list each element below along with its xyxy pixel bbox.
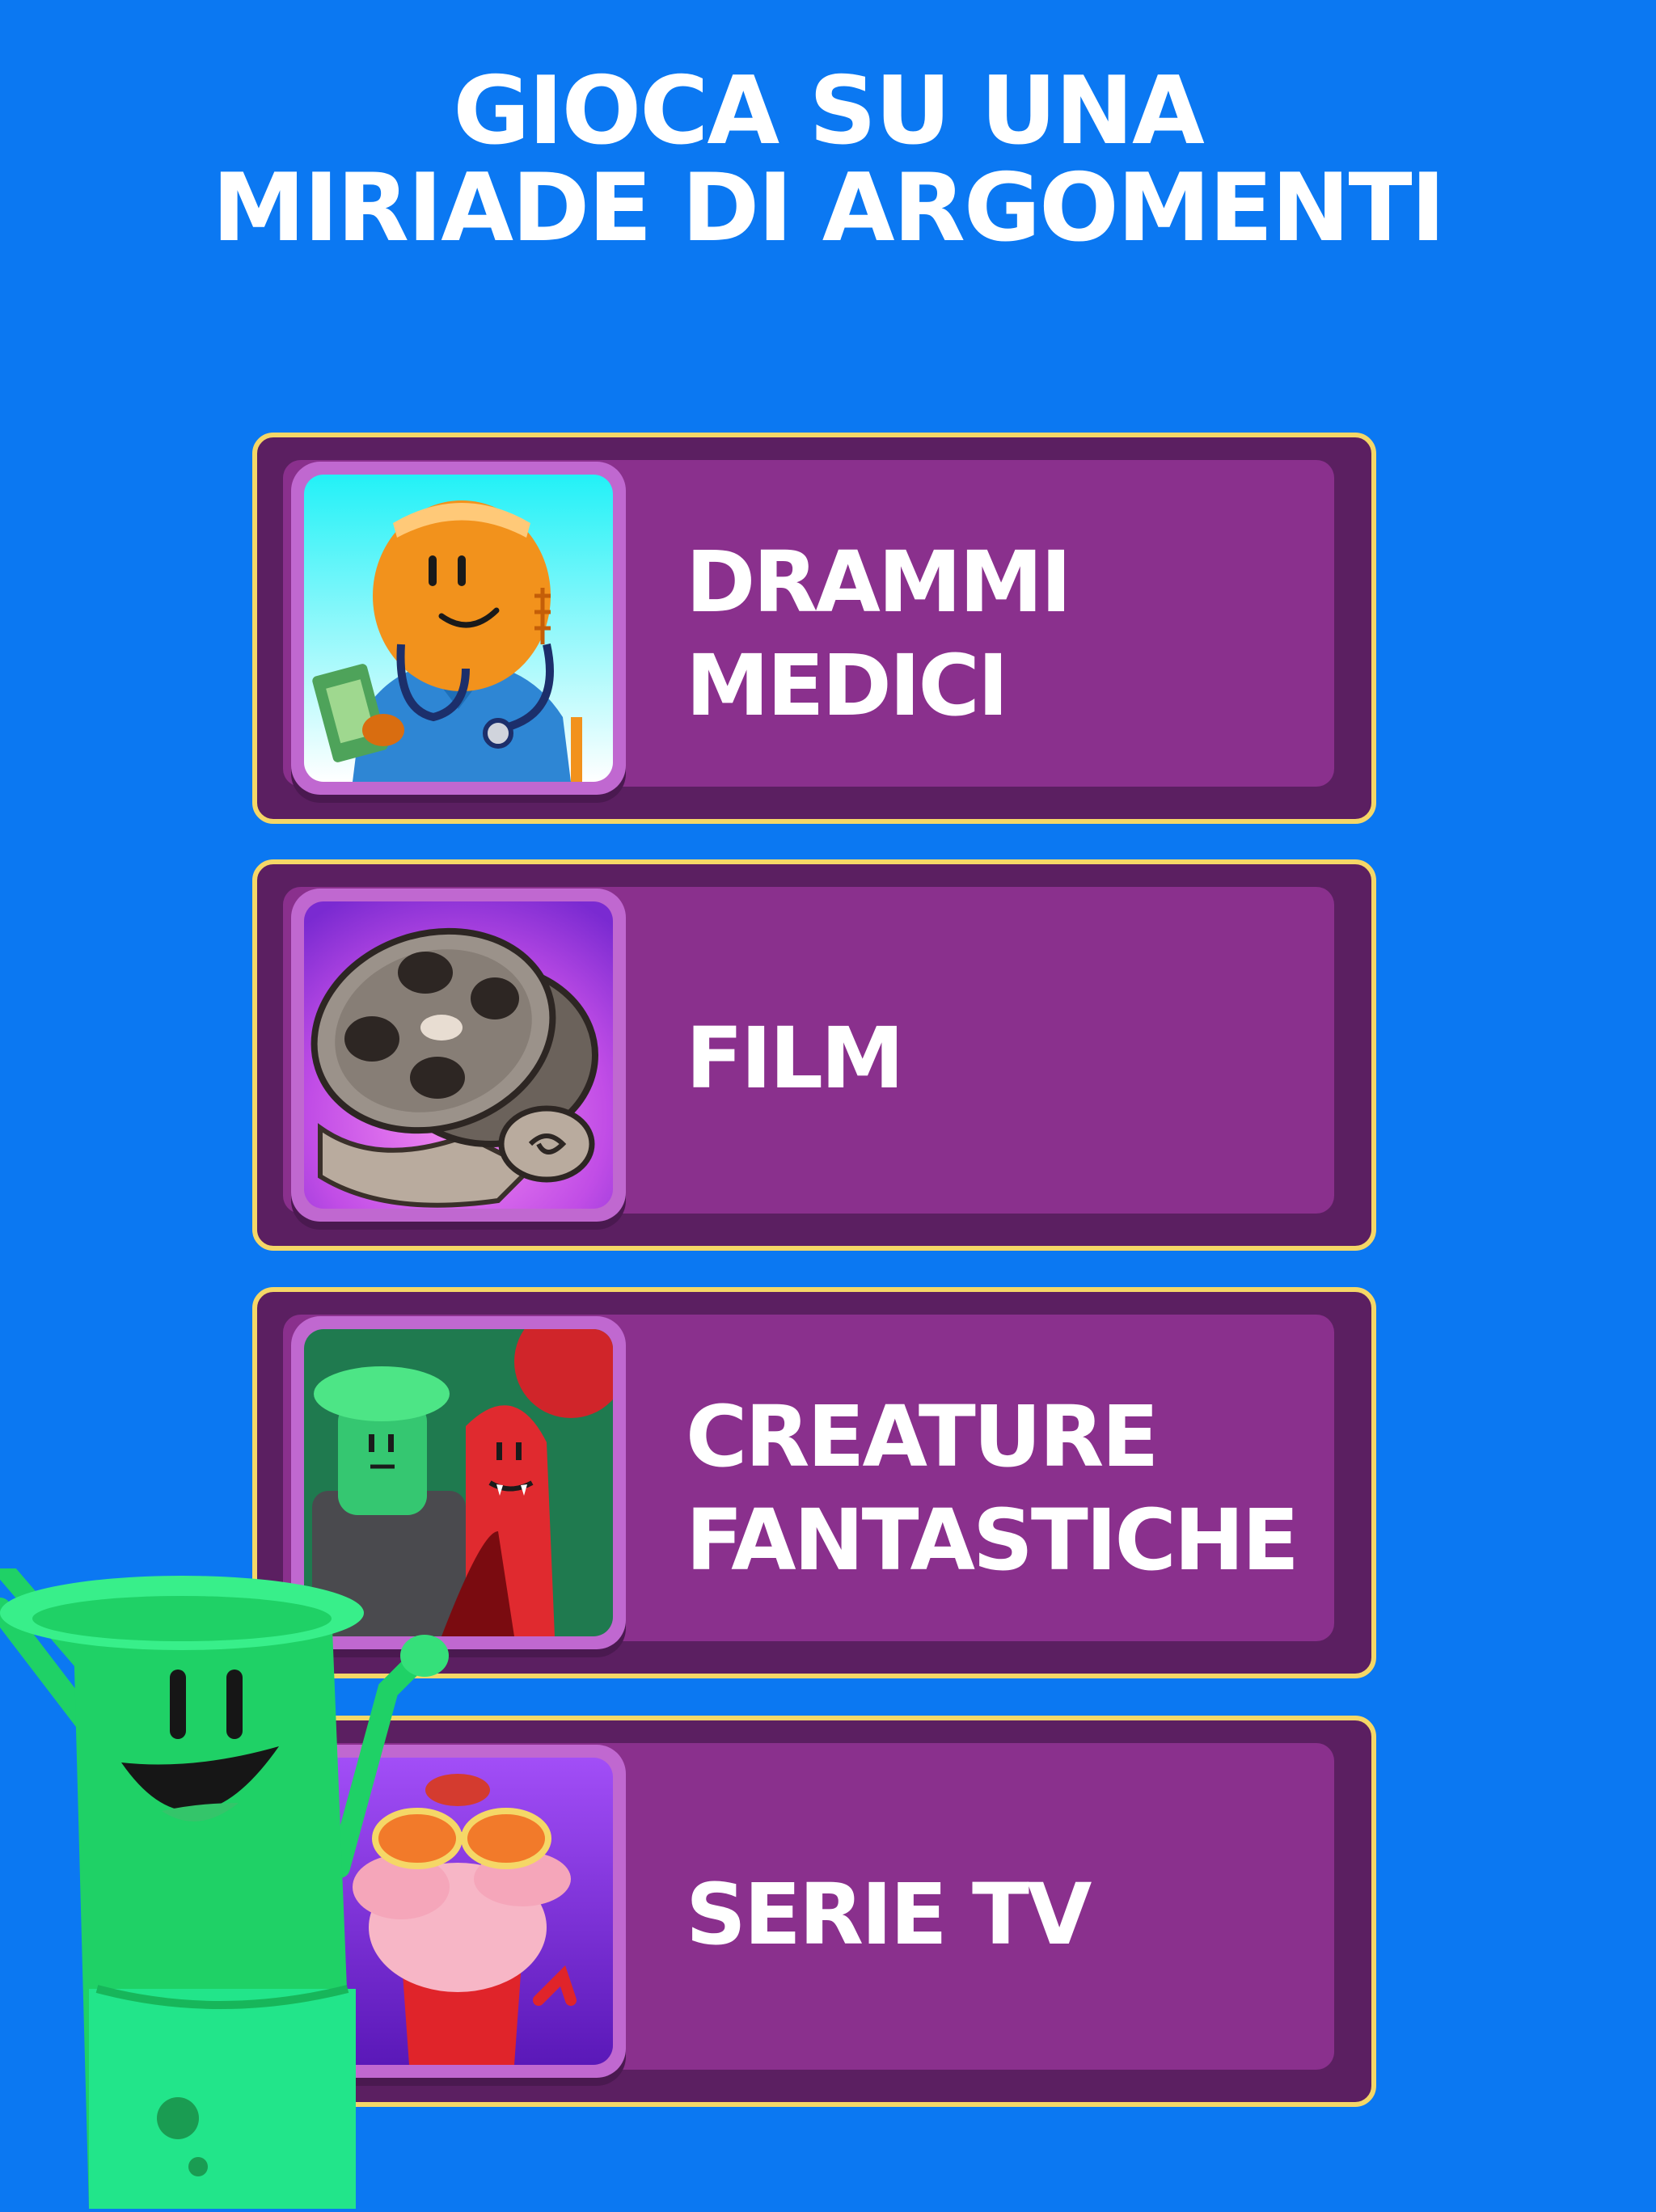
headline-line-2: MIRIADE DI ARGOMENTI [212, 154, 1446, 263]
category-card-drammi-medici[interactable]: DRAMMI MEDICI [252, 433, 1376, 824]
category-label: SERIE TV [686, 1863, 1092, 1966]
category-label-line-1: FILM [686, 1009, 904, 1108]
medical-doctor-icon [304, 475, 613, 782]
category-label-line-1: CREATURE [686, 1387, 1159, 1486]
category-label: DRAMMI MEDICI [686, 530, 1072, 737]
category-card-film[interactable]: FILM [252, 859, 1376, 1251]
category-thumbnail [291, 889, 626, 1222]
category-label-line-2: MEDICI [686, 636, 1009, 735]
category-label-line-2: FANTASTICHE [686, 1491, 1299, 1589]
category-thumbnail [291, 462, 626, 795]
category-label: FILM [686, 1007, 904, 1110]
category-label-line-1: SERIE TV [686, 1865, 1092, 1964]
category-label-line-1: DRAMMI [686, 533, 1072, 631]
green-test-tube-mascot [0, 1559, 485, 2209]
headline-line-1: GIOCA SU UNA [453, 57, 1204, 166]
page-headline: GIOCA SU UNA MIRIADE DI ARGOMENTI [0, 63, 1656, 257]
category-label: CREATURE FANTASTICHE [686, 1385, 1299, 1592]
film-reel-icon [304, 901, 613, 1209]
